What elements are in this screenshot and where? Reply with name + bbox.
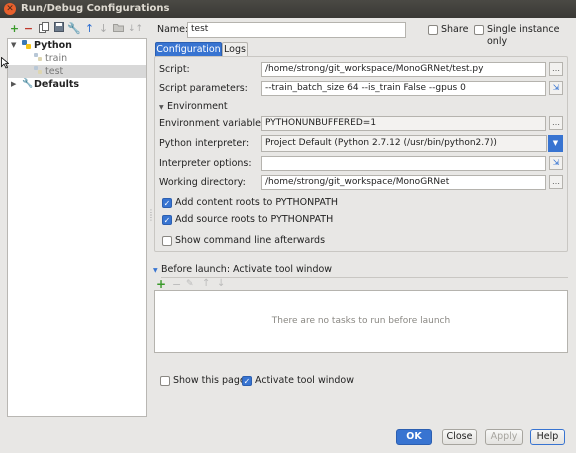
interpreter-options-input[interactable]	[261, 156, 546, 171]
arrow-down-icon[interactable]: ↓	[97, 22, 110, 36]
env-vars-input[interactable]: PYTHONUNBUFFERED=1	[261, 116, 546, 131]
interpreter-select[interactable]: Project Default (Python 2.7.12 (/usr/bin…	[261, 135, 547, 152]
folder-icon[interactable]	[112, 22, 125, 36]
tree-node-defaults[interactable]: ▶ 🔧 Defaults	[8, 78, 146, 91]
tab-configuration[interactable]: Configuration	[155, 42, 222, 57]
env-vars-browse-button[interactable]: …	[549, 116, 563, 130]
share-checkbox[interactable]	[428, 25, 438, 35]
share-label: Share	[441, 24, 469, 35]
window-title: Run/Debug Configurations	[21, 3, 170, 14]
configuration-tree: ▼ Python train test ▶ 🔧 Defaults	[7, 38, 147, 417]
collapse-arrow-icon[interactable]: ▼	[153, 267, 158, 274]
source-roots-checkbox[interactable]: ✓	[162, 215, 172, 225]
working-directory-browse-button[interactable]: …	[549, 175, 563, 189]
window-close-button[interactable]: ✕	[4, 3, 16, 15]
tree-python-label: Python	[34, 40, 72, 51]
show-command-line-label: Show command line afterwards	[175, 235, 326, 246]
name-input[interactable]: test	[187, 22, 406, 38]
save-icon[interactable]	[52, 22, 65, 36]
env-vars-label: Environment variables:	[159, 118, 270, 129]
content-roots-label: Add content roots to PYTHONPATH	[175, 197, 339, 208]
tree-defaults-label: Defaults	[34, 79, 80, 90]
wrench-icon: 🔧	[22, 79, 34, 89]
tree-item-train[interactable]: train	[8, 52, 146, 65]
plus-icon[interactable]: +	[8, 22, 21, 36]
minus-icon[interactable]: −	[22, 22, 35, 36]
interpreter-label: Python interpreter:	[159, 138, 250, 149]
ok-button[interactable]: OK	[396, 429, 432, 445]
expand-arrow-icon[interactable]: ▶	[11, 78, 16, 91]
close-button[interactable]: Close	[442, 429, 477, 445]
tree-item-test[interactable]: test	[8, 65, 146, 78]
browse-button[interactable]: …	[549, 62, 563, 76]
edit-task-icon[interactable]: ✎	[186, 279, 194, 289]
arrow-up-icon[interactable]: ↑	[202, 278, 210, 289]
content-roots-checkbox[interactable]: ✓	[162, 198, 172, 208]
copy-icon[interactable]	[37, 22, 50, 36]
splitter-handle[interactable]: ⋮ ⋮	[147, 209, 155, 224]
tree-node-python[interactable]: ▼ Python	[8, 39, 146, 52]
expand-field-icon[interactable]: ⇲	[549, 81, 563, 95]
collapse-arrow-icon[interactable]: ▼	[159, 104, 164, 111]
activate-tool-window-label: Activate tool window	[255, 375, 355, 386]
interpreter-options-label: Interpreter options:	[159, 158, 252, 169]
add-task-icon[interactable]: +	[156, 277, 166, 291]
empty-tasks-text: There are no tasks to run before launch	[271, 316, 451, 326]
sort-icon[interactable]: ↓↑	[128, 22, 143, 36]
tree-item-label: train	[45, 53, 68, 64]
chevron-down-icon[interactable]: ▼	[548, 135, 563, 152]
single-instance-label: Single instance only	[487, 24, 560, 47]
tab-logs[interactable]: Logs	[222, 42, 248, 57]
tree-item-label: test	[45, 66, 64, 77]
expand-field-icon[interactable]: ⇲	[549, 156, 563, 170]
script-input[interactable]: /home/strong/git_workspace/MonoGRNet/tes…	[261, 62, 546, 77]
before-launch-task-list: There are no tasks to run before launch	[154, 290, 568, 353]
arrow-up-icon[interactable]: ↑	[83, 22, 96, 36]
source-roots-label: Add source roots to PYTHONPATH	[175, 214, 334, 225]
script-label: Script:	[159, 64, 190, 75]
show-page-checkbox[interactable]	[160, 376, 170, 386]
wrench-icon[interactable]: 🔧	[67, 22, 81, 36]
show-page-label: Show this page	[173, 375, 246, 386]
arrow-down-icon[interactable]: ↓	[217, 278, 225, 289]
working-directory-label: Working directory:	[159, 177, 246, 188]
show-command-line-checkbox[interactable]	[162, 236, 172, 246]
expand-arrow-icon[interactable]: ▼	[11, 39, 16, 52]
title-bar: ✕ Run/Debug Configurations	[0, 0, 576, 18]
single-instance-checkbox[interactable]	[474, 25, 484, 35]
mouse-cursor-icon	[1, 56, 10, 72]
apply-button[interactable]: Apply	[485, 429, 523, 445]
name-label: Name:	[157, 24, 189, 35]
activate-tool-window-checkbox[interactable]: ✓	[242, 376, 252, 386]
working-directory-input[interactable]: /home/strong/git_workspace/MonoGRNet	[261, 175, 546, 190]
script-parameters-input[interactable]: --train_batch_size 64 --is_train False -…	[261, 81, 546, 96]
help-button[interactable]: Help	[530, 429, 565, 445]
environment-header: Environment	[167, 101, 228, 112]
script-parameters-label: Script parameters:	[159, 83, 248, 94]
before-launch-header: Before launch: Activate tool window	[161, 264, 333, 275]
